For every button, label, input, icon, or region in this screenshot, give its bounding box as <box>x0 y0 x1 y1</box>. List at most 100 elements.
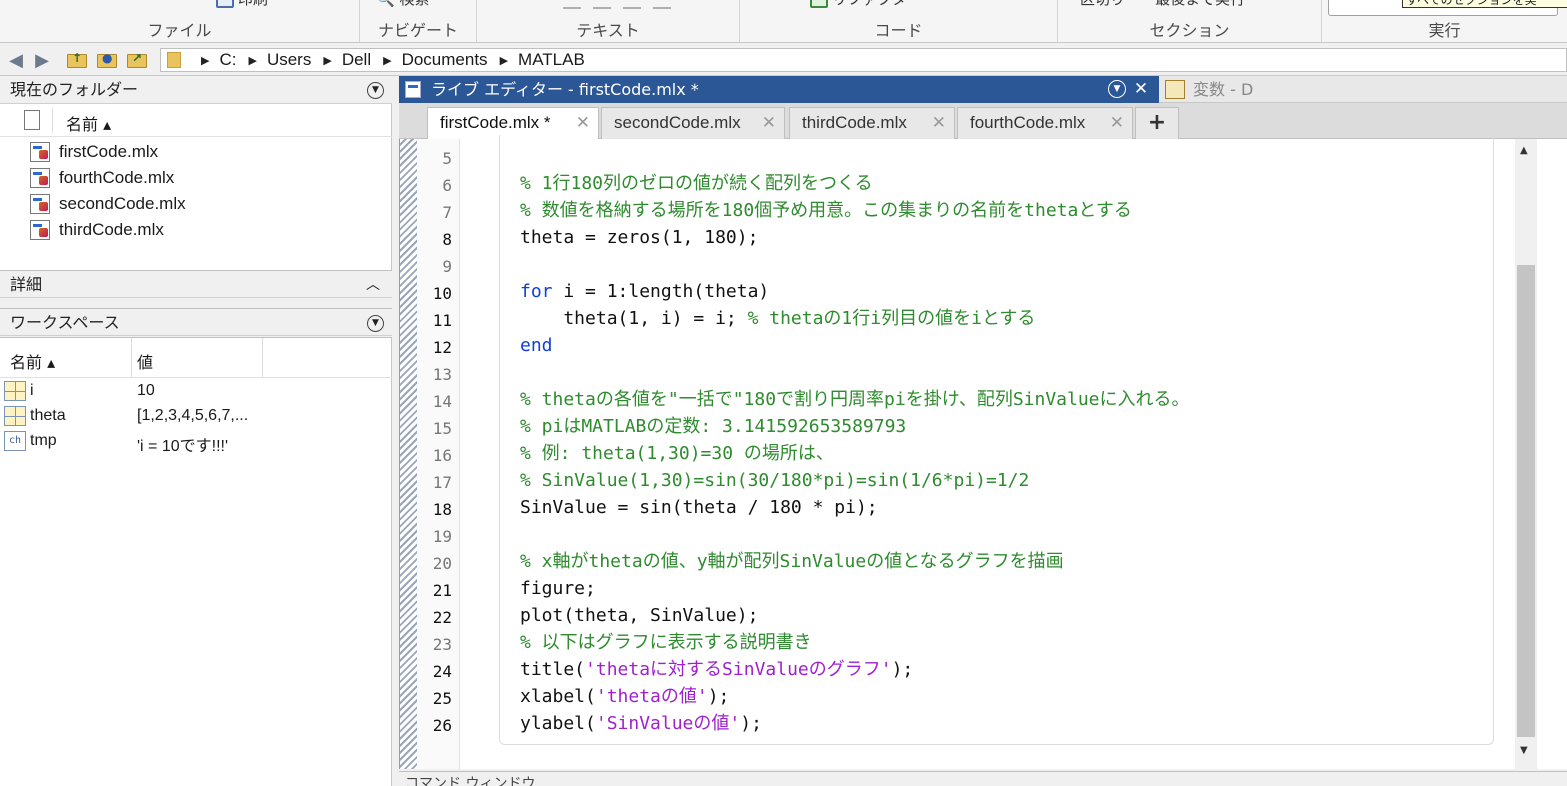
line-number-gutter: 5 6 7 8 9 10 11 12 13 14 15 16 17 18 19 … <box>417 139 460 769</box>
command-window-header[interactable]: コマンド ウィンドウ <box>399 771 1567 786</box>
live-script-icon <box>30 220 50 240</box>
column-name[interactable]: 名前 ▴ <box>10 349 55 373</box>
panel-menu-icon[interactable]: ▼ <box>1108 80 1126 98</box>
scroll-down-icon[interactable]: ▼ <box>1520 745 1528 756</box>
workspace-header: ワークスペース ▼ <box>0 308 392 336</box>
editor-tabs: firstCode.mlx * ✕ secondCode.mlx ✕ thirdCo… <box>399 103 1567 140</box>
code-line: ylabel('SinValueの値'); <box>520 713 762 734</box>
close-tab-icon[interactable]: ✕ <box>1110 108 1124 138</box>
file-type-icon <box>24 110 40 130</box>
ribbon-section-text: テキスト <box>477 0 740 42</box>
code-editor[interactable]: 5 6 7 8 9 10 11 12 13 14 15 16 17 18 19 … <box>399 135 1567 769</box>
path-segment-documents[interactable]: Documents <box>402 50 488 70</box>
chevron-right-icon[interactable]: ▶ <box>323 54 331 67</box>
search-folder-icon[interactable]: ↗ <box>126 49 148 69</box>
ribbon-caption-section: セクション <box>1149 21 1230 40</box>
file-item[interactable]: thirdCode.mlx <box>30 218 164 242</box>
chevron-right-icon[interactable]: ▶ <box>201 54 209 67</box>
panel-menu-icon[interactable]: ▼ <box>367 315 384 332</box>
text-format-icons[interactable] <box>557 0 677 16</box>
current-folder-title: 現在のフォルダー <box>10 80 139 99</box>
code-line: % piはMATLABの定数: 3.141592653589793 <box>520 416 907 437</box>
scrollbar-thumb[interactable] <box>1517 265 1535 737</box>
live-editor-icon <box>405 81 421 98</box>
ribbon-caption-text: テキスト <box>576 21 640 40</box>
scroll-up-icon[interactable]: ▲ <box>1520 145 1528 156</box>
code-line: % 例: theta(1,30)=30 の場所は、 <box>520 443 834 464</box>
code-line: theta = zeros(1, 180); <box>520 227 759 248</box>
variable-row[interactable]: theta [1,2,3,4,5,6,7,... <box>0 404 392 429</box>
section-break-button[interactable]: 区切り 最後まで実行 <box>1080 0 1245 9</box>
ribbon-section-code: リファクター コード <box>740 0 1058 42</box>
path-breadcrumb[interactable]: ▶ C: ▶ Users ▶ Dell ▶ Documents ▶ MATLAB <box>160 48 1567 72</box>
ribbon-section-section: 区切り 最後まで実行 セクション <box>1058 0 1322 42</box>
code-line: % SinValue(1,30)=sin(30/180*pi)=sin(1/6*… <box>520 470 1030 491</box>
chevron-right-icon[interactable]: ▶ <box>383 54 391 67</box>
up-folder-icon[interactable]: ↑ <box>66 49 88 69</box>
variable-editor-icon <box>1165 80 1185 99</box>
file-item[interactable]: firstCode.mlx <box>30 140 158 164</box>
vertical-scrollbar[interactable]: ▲ ▼ <box>1515 139 1537 769</box>
ribbon-caption-navigate: ナビゲート <box>377 21 458 40</box>
code-line: % 数値を格納する場所を180個予め用意。この集まりの名前をthetaとする <box>520 200 1132 221</box>
browse-folder-icon[interactable]: ● <box>96 49 118 69</box>
live-script-icon <box>30 168 50 188</box>
command-window-title: コマンド ウィンドウ <box>405 776 536 786</box>
grid-icon <box>4 381 26 401</box>
chevron-right-icon[interactable]: ▶ <box>500 54 508 67</box>
search-icon[interactable]: 🔍 <box>376 0 395 8</box>
refactor-icon[interactable] <box>810 0 828 8</box>
path-segment-matlab[interactable]: MATLAB <box>518 50 585 70</box>
details-header[interactable]: 詳細 ︿ <box>0 270 392 298</box>
code-line: figure; <box>520 578 596 599</box>
variable-row[interactable]: i 10 <box>0 379 392 404</box>
code-line: theta(1, i) = i; % thetaの1行i列目の値をiとする <box>520 308 1036 329</box>
ribbon-caption-run: 実行 <box>1428 21 1461 40</box>
grid-icon <box>4 406 26 426</box>
current-folder-header: 現在のフォルダー ▼ <box>0 76 392 104</box>
column-value[interactable]: 値 <box>137 349 153 373</box>
code-line: % thetaの各値を"一括で"180で割り円周率piを掛け、配列SinValu… <box>520 389 1190 410</box>
toolstrip-ribbon: 印刷 ファイル 🔍 検索 ナビゲート テキスト リファクター コード 区切り 最… <box>0 0 1567 43</box>
panel-menu-icon[interactable]: ▼ <box>367 82 384 99</box>
close-icon[interactable]: ✕ <box>1132 80 1150 98</box>
close-tab-icon[interactable]: ✕ <box>932 108 946 138</box>
back-arrow-icon[interactable]: ◀ <box>6 50 26 71</box>
workspace-panel: 名前 ▴ 値 i 10 theta [1,2,3,4,5,6,7,... ch … <box>0 337 392 786</box>
ribbon-caption-code: コード <box>874 21 923 40</box>
live-script-icon <box>30 194 50 214</box>
folder-column-header: 名前 ▴ <box>0 104 392 137</box>
print-icon[interactable] <box>216 0 234 8</box>
code-line: % x軸がthetaの値、y軸が配列SinValueの値となるグラフを描画 <box>520 551 1064 572</box>
close-tab-icon[interactable]: ✕ <box>576 108 590 138</box>
chevron-up-icon[interactable]: ︿ <box>366 271 380 299</box>
path-segment-dell[interactable]: Dell <box>342 50 371 70</box>
live-editor-title: ライブ エディター - firstCode.mlx * <box>431 80 699 99</box>
chevron-right-icon[interactable]: ▶ <box>248 54 256 67</box>
refactor-button[interactable]: リファクター <box>832 0 921 8</box>
current-folder-panel: 名前 ▴ firstCode.mlx fourthCode.mlx second… <box>0 104 392 270</box>
close-tab-icon[interactable]: ✕ <box>762 108 776 138</box>
folder-icon <box>167 52 181 68</box>
file-item[interactable]: secondCode.mlx <box>30 192 186 216</box>
column-name[interactable]: 名前 ▴ <box>66 111 111 135</box>
path-segment-users[interactable]: Users <box>267 50 311 70</box>
print-button[interactable]: 印刷 <box>238 0 268 8</box>
workspace-column-header: 名前 ▴ 値 <box>0 338 392 378</box>
ribbon-section-navigate: 🔍 検索 ナビゲート <box>360 0 477 42</box>
tooltip: すべてのセクションを実 <box>1402 0 1567 8</box>
live-script-icon <box>30 142 50 162</box>
variable-row[interactable]: ch tmp 'i = 10です!!!' <box>0 429 392 455</box>
live-editor-titlebar: ライブ エディター - firstCode.mlx * ▼ ✕ <box>399 76 1159 103</box>
ribbon-caption-file: ファイル <box>147 21 212 40</box>
forward-arrow-icon[interactable]: ▶ <box>32 50 52 71</box>
char-icon: ch <box>4 431 26 451</box>
code-line: % 1行180列のゼロの値が続く配列をつくる <box>520 173 873 194</box>
code-line: SinValue = sin(theta / 180 * pi); <box>520 497 878 518</box>
code-line: title('thetaに対するSinValueのグラフ'); <box>520 659 914 680</box>
variables-titlebar[interactable]: 変数 - D <box>1159 76 1567 103</box>
path-segment-drive[interactable]: C: <box>219 50 236 70</box>
section-bar <box>400 139 417 769</box>
find-button[interactable]: 検索 <box>399 0 429 8</box>
file-item[interactable]: fourthCode.mlx <box>30 166 174 190</box>
